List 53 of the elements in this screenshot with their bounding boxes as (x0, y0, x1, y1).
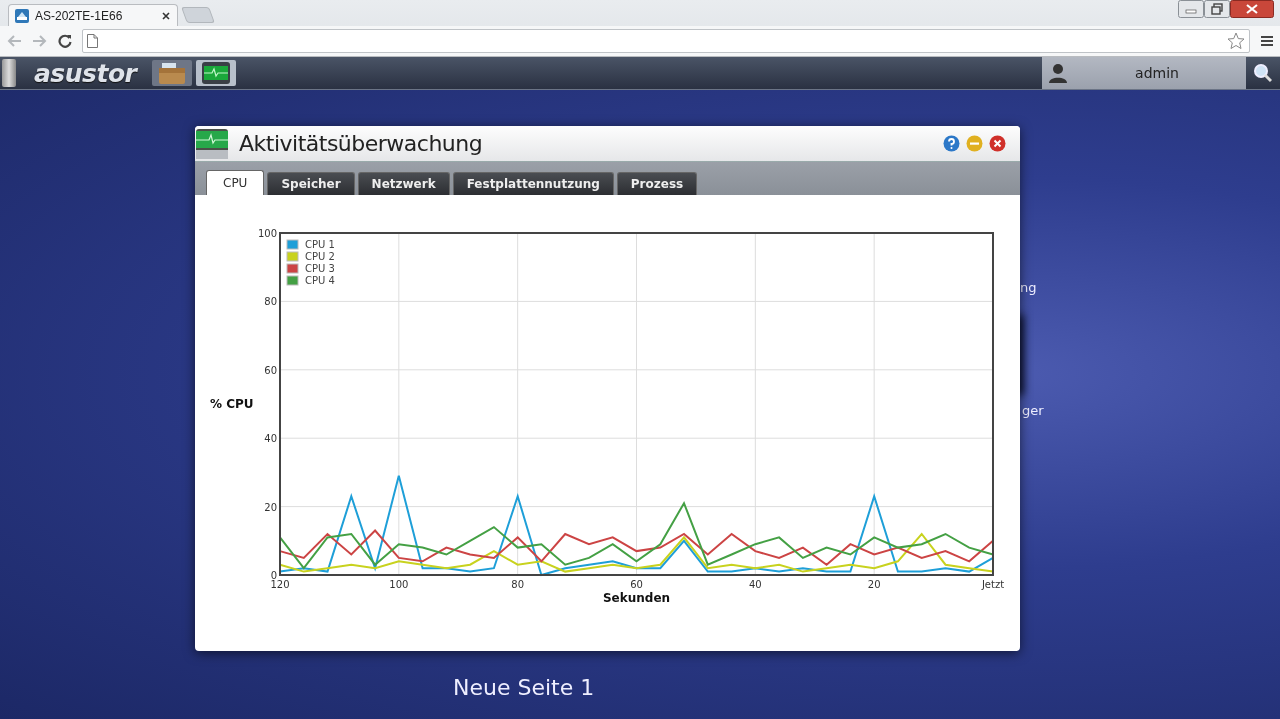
axis-tick-label: 100 (257, 228, 277, 239)
user-menu[interactable]: admin (1042, 57, 1246, 89)
axis-tick-label: 20 (264, 501, 277, 513)
page-icon (87, 34, 98, 48)
app-button[interactable] (152, 60, 193, 86)
search-icon[interactable] (1253, 63, 1273, 83)
logo: asustor (33, 57, 139, 89)
y-axis-title: % CPU (210, 397, 254, 411)
axis-tick-label: 80 (511, 579, 525, 590)
tab-title: AS-202TE-1E66 (35, 8, 124, 23)
tab[interactable]: CPU (206, 170, 265, 195)
monitor-icon (201, 61, 232, 85)
axis-tick-label: Jetzt (981, 579, 1005, 590)
reload-icon[interactable] (58, 34, 72, 48)
menu-icon[interactable] (1260, 35, 1274, 47)
close-icon[interactable] (989, 135, 1006, 152)
tab[interactable]: Speicher (267, 172, 355, 195)
close-icon[interactable] (1230, 0, 1274, 18)
user-name: admin (1134, 65, 1180, 81)
restore-icon[interactable] (1204, 0, 1230, 18)
tab[interactable]: Netzwerk (357, 172, 450, 195)
window-title: Aktivitätsüberwachung (239, 131, 484, 156)
minimize-icon[interactable] (1178, 0, 1204, 18)
browser-tab[interactable]: AS-202TE-1E66 (8, 4, 178, 26)
axis-tick-label: 20 (867, 579, 881, 590)
legend-label: CPU 4 (305, 275, 335, 286)
desktop-icon-label[interactable]: ger (1022, 403, 1044, 418)
app-button[interactable] (196, 60, 237, 86)
box-icon (158, 61, 187, 85)
monitor-icon (195, 127, 229, 160)
user-icon (1048, 63, 1068, 83)
legend-label: CPU 1 (305, 239, 335, 250)
axis-tick-label: 60 (264, 364, 277, 376)
legend-label: CPU 2 (305, 251, 335, 262)
x-axis-title: Sekunden (602, 591, 671, 605)
help-icon[interactable] (943, 135, 960, 152)
close-icon[interactable] (161, 10, 171, 21)
address-field[interactable] (82, 29, 1250, 53)
sidebar-handle[interactable] (2, 59, 16, 87)
axis-tick-label: 120 (270, 579, 290, 590)
axis-tick-label: 100 (389, 579, 409, 590)
axis-tick-label: 60 (630, 579, 643, 590)
axis-tick-label: 40 (748, 579, 762, 590)
legend-label: CPU 3 (305, 263, 335, 274)
axis-tick-label: 80 (264, 296, 277, 308)
tab[interactable]: Prozess (616, 172, 698, 195)
star-icon[interactable] (1227, 32, 1245, 50)
axis-tick-label: 0 (270, 570, 277, 581)
axis-tick-label: 40 (264, 433, 277, 445)
tab[interactable]: Festplattennutzung (452, 172, 614, 195)
app-icon (15, 8, 29, 23)
desktop-icon-label[interactable]: Neue Seite 1 (453, 675, 595, 700)
desktop-icon-label[interactable]: ng (1020, 280, 1037, 295)
